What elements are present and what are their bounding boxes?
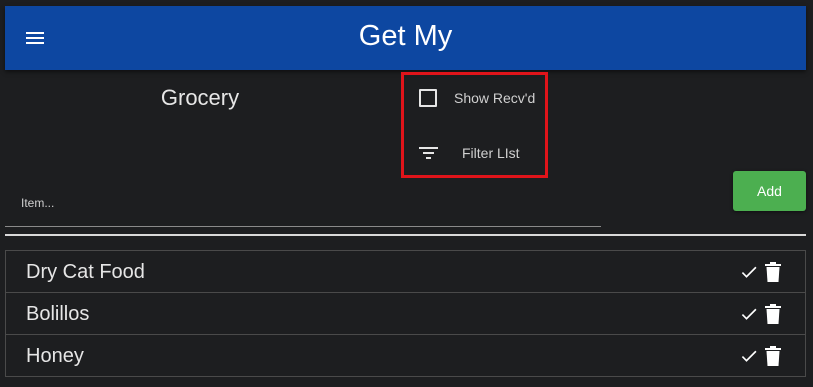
list-item: Dry Cat Food (6, 251, 805, 293)
add-item-button[interactable]: Add (733, 171, 806, 211)
show-received-checkbox[interactable] (419, 89, 437, 107)
trash-icon[interactable] (765, 262, 781, 282)
filter-list-icon (418, 145, 440, 166)
list-item: Bolillos (6, 293, 805, 335)
grocery-item-list: Dry Cat Food Bolillos Honey (5, 250, 806, 377)
list-item-label: Dry Cat Food (26, 261, 145, 283)
app-title: Get My (358, 20, 453, 52)
show-received-toggle[interactable]: Show Recv'd (416, 86, 541, 110)
list-item-label: Honey (26, 345, 84, 367)
new-item-field (5, 170, 601, 228)
app-root: Get My Grocery Show Recv'd Filter LIst A… (0, 0, 813, 387)
list-item: Honey (6, 335, 805, 376)
trash-icon[interactable] (765, 304, 781, 324)
show-received-label: Show Recv'd (454, 90, 536, 106)
input-underline (5, 226, 601, 227)
options-highlight-box: Show Recv'd Filter LIst (401, 72, 548, 178)
list-title: Grocery (160, 85, 240, 110)
check-icon[interactable] (739, 304, 759, 324)
filter-list-label: Filter LIst (462, 145, 520, 161)
trash-icon[interactable] (765, 346, 781, 366)
section-divider (5, 234, 806, 236)
app-bar: Get My (5, 6, 806, 70)
filter-list-button[interactable]: Filter LIst (416, 141, 541, 165)
list-item-label: Bolillos (26, 303, 90, 325)
check-icon[interactable] (739, 262, 759, 282)
new-item-input[interactable] (5, 170, 601, 226)
check-icon[interactable] (739, 346, 759, 366)
